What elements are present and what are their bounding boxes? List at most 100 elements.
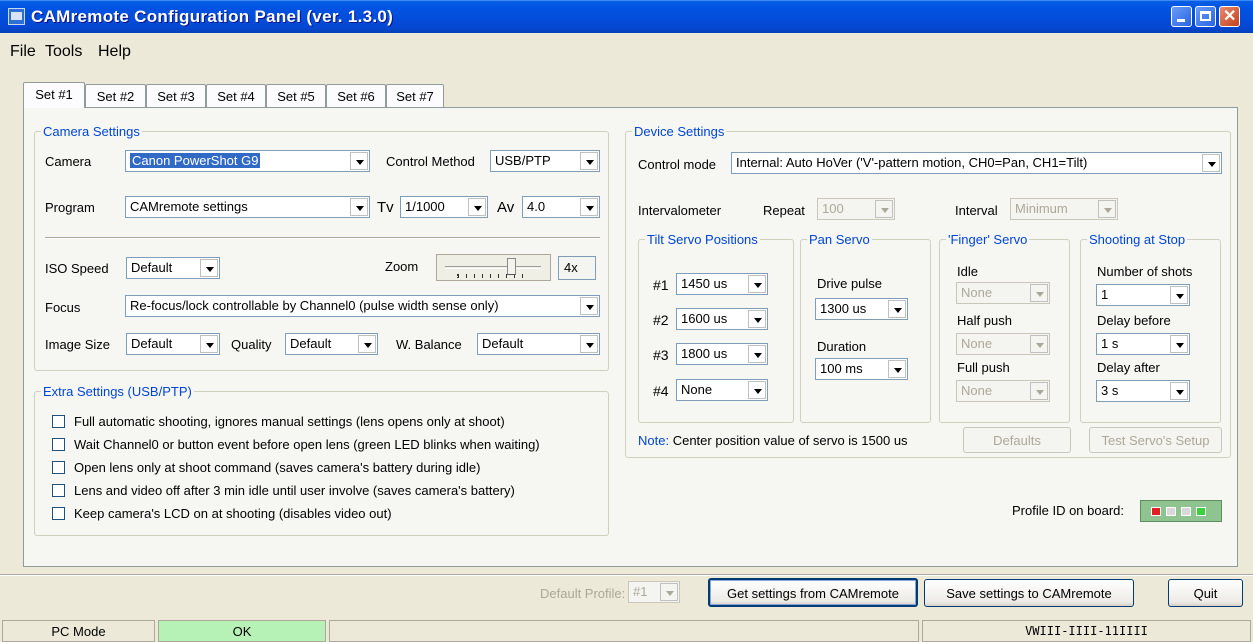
tab-set-5[interactable]: Set #5 [266, 84, 326, 107]
tab-set-6[interactable]: Set #6 [326, 84, 386, 107]
interval-select[interactable]: Minimum [1010, 198, 1118, 220]
shots-select[interactable]: 1 [1096, 284, 1190, 306]
finger-half-label: Half push [957, 313, 1012, 328]
quality-select[interactable]: Default [285, 333, 378, 355]
wb-select[interactable]: Default [477, 333, 600, 355]
chevron-down-icon [875, 200, 893, 218]
test-servo-setup-button[interactable]: Test Servo's Setup [1089, 427, 1222, 453]
menu-help[interactable]: Help [98, 43, 131, 61]
repeat-select[interactable]: 100 [817, 198, 895, 220]
tilt-3-label: #3 [653, 347, 669, 363]
title-bar[interactable]: CAMremote Configuration Panel (ver. 1.3.… [0, 0, 1253, 33]
divider [45, 237, 600, 239]
get-settings-button[interactable]: Get settings from CAMremote [708, 578, 918, 607]
tilt-3-select[interactable]: 1800 us [676, 343, 768, 365]
defaults-button[interactable]: Defaults [963, 427, 1071, 453]
chevron-down-icon [1170, 335, 1188, 353]
interval-label: Interval [955, 203, 998, 218]
zoom-thumb[interactable] [507, 258, 516, 275]
minimize-button[interactable] [1171, 6, 1192, 27]
chevron-down-icon [1170, 286, 1188, 304]
delay-before-select[interactable]: 1 s [1096, 333, 1190, 355]
pan-servo-group: Pan Servo [800, 232, 931, 423]
extra-option-5-checkbox[interactable] [52, 507, 65, 520]
control-method-select[interactable]: USB/PTP [490, 150, 600, 172]
zoom-label: Zoom [385, 259, 419, 274]
drive-pulse-select[interactable]: 1300 us [815, 298, 908, 320]
status-state: OK [158, 620, 326, 642]
iso-label: ISO Speed [45, 261, 109, 276]
tilt-2-label: #2 [653, 312, 669, 328]
finger-idle-select[interactable]: None [956, 282, 1050, 304]
tilt-1-select[interactable]: 1450 us [676, 273, 768, 295]
duration-select[interactable]: 100 ms [815, 358, 908, 380]
default-profile-select[interactable]: #1 [628, 581, 680, 603]
zoom-slider[interactable] [436, 254, 551, 281]
window-title: CAMremote Configuration Panel (ver. 1.3.… [31, 7, 394, 26]
quit-button[interactable]: Quit [1168, 579, 1243, 607]
tab-set-2[interactable]: Set #2 [85, 84, 146, 107]
maximize-button[interactable] [1195, 6, 1216, 27]
control-mode-value: Internal: Auto HoVer ('V'-pattern motion… [736, 155, 1088, 170]
image-size-value: Default [131, 336, 173, 351]
finger-idle-value: None [961, 285, 993, 300]
menu-file[interactable]: File [10, 43, 36, 61]
tilt-1-value: 1450 us [681, 276, 728, 291]
chevron-down-icon [888, 360, 906, 378]
extra-option-4-checkbox[interactable] [52, 484, 65, 497]
tab-set-1[interactable]: Set #1 [23, 82, 85, 108]
finger-half-select[interactable]: None [956, 333, 1050, 355]
delay-before-value: 1 s [1101, 336, 1119, 351]
extra-option-3-checkbox[interactable] [52, 461, 65, 474]
chevron-down-icon [350, 152, 368, 170]
tab-set-7[interactable]: Set #7 [386, 84, 444, 107]
av-label: Av [497, 199, 515, 216]
camera-select[interactable]: Canon PowerShot G9 [125, 150, 370, 172]
image-size-select[interactable]: Default [126, 333, 220, 355]
extra-settings-legend: Extra Settings (USB/PTP) [43, 384, 192, 399]
chevron-down-icon [200, 335, 218, 353]
program-select[interactable]: CAMremote settings [125, 196, 370, 218]
finger-full-select[interactable]: None [956, 380, 1050, 402]
delay-after-select[interactable]: 3 s [1096, 380, 1190, 402]
focus-value: Re-focus/lock controllable by Channel0 (… [130, 298, 499, 313]
chevron-down-icon [1170, 382, 1188, 400]
menu-tools[interactable]: Tools [45, 43, 82, 61]
quality-label: Quality [231, 337, 272, 352]
extra-option-1-checkbox[interactable] [52, 415, 65, 428]
tab-set-4[interactable]: Set #4 [206, 84, 266, 107]
av-select[interactable]: 4.0 [522, 196, 600, 218]
chevron-down-icon [580, 152, 598, 170]
zoom-track [445, 266, 541, 269]
tilt-servo-legend: Tilt Servo Positions [647, 232, 758, 247]
chevron-down-icon [1030, 335, 1048, 353]
shooting-at-stop-legend: Shooting at Stop [1089, 232, 1186, 247]
zoom-value-box: 4x [558, 256, 596, 280]
device-settings-legend: Device Settings [634, 124, 725, 139]
delay-after-value: 3 s [1101, 383, 1119, 398]
status-version: VWIII-IIII-11IIII [922, 620, 1251, 642]
tilt-2-select[interactable]: 1600 us [676, 308, 768, 330]
tilt-4-value: None [681, 382, 713, 397]
extra-option-2-checkbox[interactable] [52, 438, 65, 451]
chevron-down-icon [1030, 382, 1048, 400]
camera-label: Camera [45, 154, 92, 169]
control-method-value: USB/PTP [495, 153, 551, 168]
delay-before-label: Delay before [1097, 313, 1171, 328]
focus-select[interactable]: Re-focus/lock controllable by Channel0 (… [125, 295, 600, 317]
tab-set-3[interactable]: Set #3 [146, 84, 206, 107]
tv-select[interactable]: 1/1000 [400, 196, 488, 218]
default-profile-label: Default Profile: [540, 586, 626, 601]
tilt-4-label: #4 [653, 383, 669, 399]
iso-select[interactable]: Default [126, 257, 220, 279]
save-settings-button[interactable]: Save settings to CAMremote [924, 579, 1134, 607]
close-button[interactable]: ✕ [1219, 6, 1240, 27]
extra-option-5-label: Keep camera's LCD on at shooting (disabl… [74, 506, 392, 521]
tilt-4-select[interactable]: None [676, 379, 768, 401]
profile-id-indicator [1140, 500, 1222, 522]
repeat-label: Repeat [763, 203, 805, 218]
note-prefix: Note: [638, 433, 670, 448]
control-mode-select[interactable]: Internal: Auto HoVer ('V'-pattern motion… [731, 152, 1222, 174]
tilt-1-label: #1 [653, 277, 669, 293]
camera-settings-legend: Camera Settings [43, 124, 140, 139]
